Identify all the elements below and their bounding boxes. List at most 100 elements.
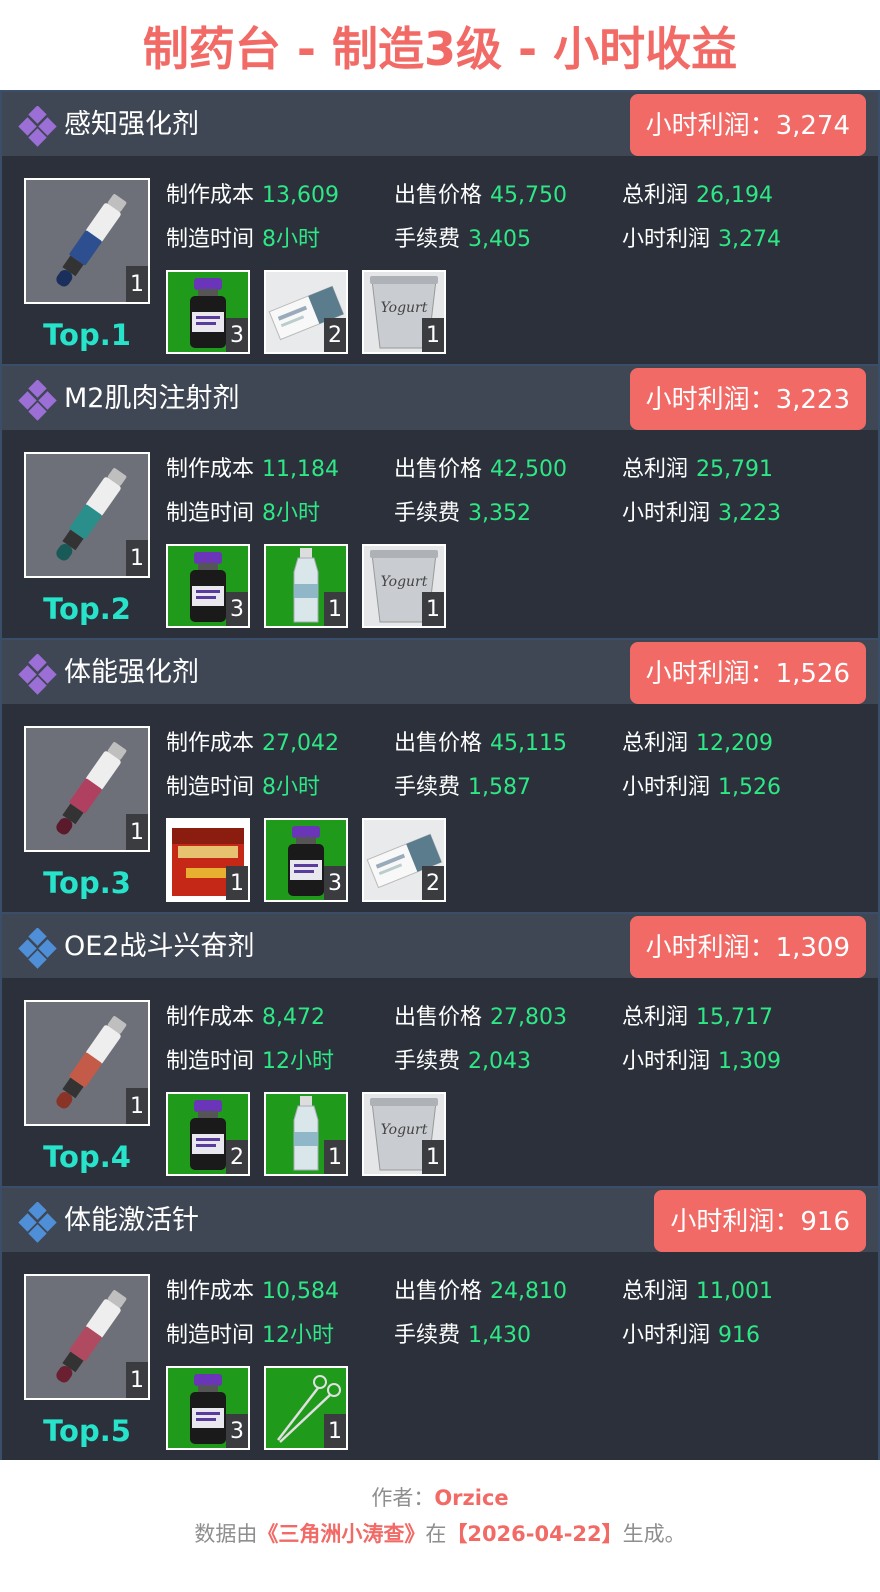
stat-total-profit: 总利润 25,791 [622, 455, 773, 485]
hourly-profit-badge: 小时利润：3,274 [629, 94, 866, 156]
stat-cost: 制作成本 8,472 [166, 1003, 325, 1033]
stat-label: 手续费 [394, 1049, 461, 1074]
stat-hourly-profit: 小时利润 916 [622, 1321, 760, 1351]
stat-value: 12小时 [262, 1049, 335, 1074]
stat-label: 制作成本 [166, 457, 255, 482]
stat-value: 42,500 [490, 457, 567, 482]
material-vial-icon: 3 [166, 1366, 250, 1450]
stat-label: 制造时间 [166, 1323, 255, 1348]
stat-fee: 手续费 1,430 [394, 1321, 531, 1351]
stat-price: 出售价格 45,750 [394, 181, 567, 211]
material-qty: 3 [226, 592, 248, 626]
material-qty: 2 [422, 866, 444, 900]
stat-value: 1,430 [468, 1323, 531, 1348]
material-qty: 1 [324, 1140, 346, 1174]
stat-price: 出售价格 24,810 [394, 1277, 567, 1307]
stat-value: 27,042 [262, 731, 339, 756]
stat-value: 3,405 [468, 227, 531, 252]
stat-price: 出售价格 42,500 [394, 455, 567, 485]
stat-label: 总利润 [622, 183, 689, 208]
hourly-profit-badge: 小时利润：3,223 [629, 368, 866, 430]
stat-label: 小时利润 [622, 1049, 711, 1074]
card-header: OE2战斗兴奋剂 小时利润：1,309 [2, 914, 878, 978]
stat-value: 45,750 [490, 183, 567, 208]
item-name: M2肌肉注射剂 [64, 383, 240, 414]
material-vial-icon: 3 [166, 544, 250, 628]
stat-value: 8小时 [262, 227, 321, 252]
blue-diamond-icon [17, 928, 61, 970]
stat-time: 制造时间 12小时 [166, 1321, 334, 1351]
stat-value: 2,043 [468, 1049, 531, 1074]
material-qty: 1 [422, 318, 444, 352]
stat-price: 出售价格 27,803 [394, 1003, 567, 1033]
stat-cost: 制作成本 10,584 [166, 1277, 339, 1307]
svg-text:Yogurt: Yogurt [381, 574, 428, 590]
stat-label: 出售价格 [394, 1005, 483, 1030]
material-qty: 1 [422, 1140, 444, 1174]
svg-text:Yogurt: Yogurt [381, 300, 428, 316]
page-title: 制药台 - 制造3级 - 小时收益 [142, 22, 738, 76]
stat-label: 制造时间 [166, 501, 255, 526]
product-image: 1 [24, 452, 150, 578]
card-header: M2肌肉注射剂 小时利润：3,223 [2, 366, 878, 430]
purple-diamond-icon [17, 380, 61, 422]
stat-label: 出售价格 [394, 1279, 483, 1304]
source-suffix: 生成。 [622, 1522, 686, 1546]
recipe-list: 感知强化剂 小时利润：3,274 1 Top.1 制作成本 13,609 出售价格… [0, 90, 880, 1460]
rank-label: Top.5 [43, 1414, 131, 1448]
product-qty: 1 [126, 1362, 148, 1398]
author-label: 作者： [371, 1486, 435, 1510]
stat-fee: 手续费 3,352 [394, 499, 531, 529]
hourly-profit-badge: 小时利润：1,526 [629, 642, 866, 704]
stat-cost: 制作成本 13,609 [166, 181, 339, 211]
product-image: 1 [24, 1274, 150, 1400]
stat-fee: 手续费 3,405 [394, 225, 531, 255]
blue-diamond-icon [17, 1202, 61, 1244]
stat-label: 制作成本 [166, 1005, 255, 1030]
stat-time: 制造时间 8小时 [166, 499, 320, 529]
material-qty: 3 [324, 866, 346, 900]
stat-cost: 制作成本 27,042 [166, 729, 339, 759]
stat-label: 小时利润 [622, 1323, 711, 1348]
stat-label: 出售价格 [394, 457, 483, 482]
stat-total-profit: 总利润 15,717 [622, 1003, 773, 1033]
stat-label: 总利润 [622, 1279, 689, 1304]
item-name: 感知强化剂 [64, 109, 199, 140]
material-packet-icon: 2 [362, 818, 446, 902]
stat-time: 制造时间 8小时 [166, 225, 320, 255]
material-vial-icon: 2 [166, 1092, 250, 1176]
material-forceps-icon: 1 [264, 1366, 348, 1450]
stat-time: 制造时间 12小时 [166, 1047, 334, 1077]
recipe-card: M2肌肉注射剂 小时利润：3,223 1 Top.2 制作成本 11,184 出售… [2, 364, 878, 638]
stat-value: 11,184 [262, 457, 339, 482]
product-qty: 1 [126, 1088, 148, 1124]
purple-diamond-icon [17, 106, 61, 148]
product-image: 1 [24, 178, 150, 304]
product-image: 1 [24, 1000, 150, 1126]
purple-diamond-icon [17, 654, 61, 696]
product-qty: 1 [126, 540, 148, 576]
stat-total-profit: 总利润 12,209 [622, 729, 773, 759]
rank-label: Top.2 [43, 592, 131, 626]
stat-value: 12,209 [696, 731, 773, 756]
recipe-card: 体能激活针 小时利润：916 1 Top.5 制作成本 10,584 出售价格 24… [2, 1186, 878, 1460]
stat-value: 45,115 [490, 731, 567, 756]
rank-label: Top.4 [43, 1140, 131, 1174]
stat-value: 1,526 [718, 775, 781, 800]
stat-total-profit: 总利润 11,001 [622, 1277, 773, 1307]
hourly-profit-badge: 小时利润：1,309 [629, 916, 866, 978]
stat-value: 916 [718, 1323, 761, 1348]
rank-label: Top.3 [43, 866, 131, 900]
stat-label: 总利润 [622, 1005, 689, 1030]
stat-fee: 手续费 2,043 [394, 1047, 531, 1077]
material-qty: 3 [226, 318, 248, 352]
material-tea-tin-icon: 1 [166, 818, 250, 902]
stat-label: 制造时间 [166, 227, 255, 252]
material-water-bottle-icon: 1 [264, 544, 348, 628]
stat-label: 出售价格 [394, 183, 483, 208]
hourly-profit-badge: 小时利润：916 [654, 1190, 866, 1252]
stat-label: 手续费 [394, 1323, 461, 1348]
stat-time: 制造时间 8小时 [166, 773, 320, 803]
item-name: 体能激活针 [64, 1205, 199, 1236]
stat-value: 8小时 [262, 501, 321, 526]
